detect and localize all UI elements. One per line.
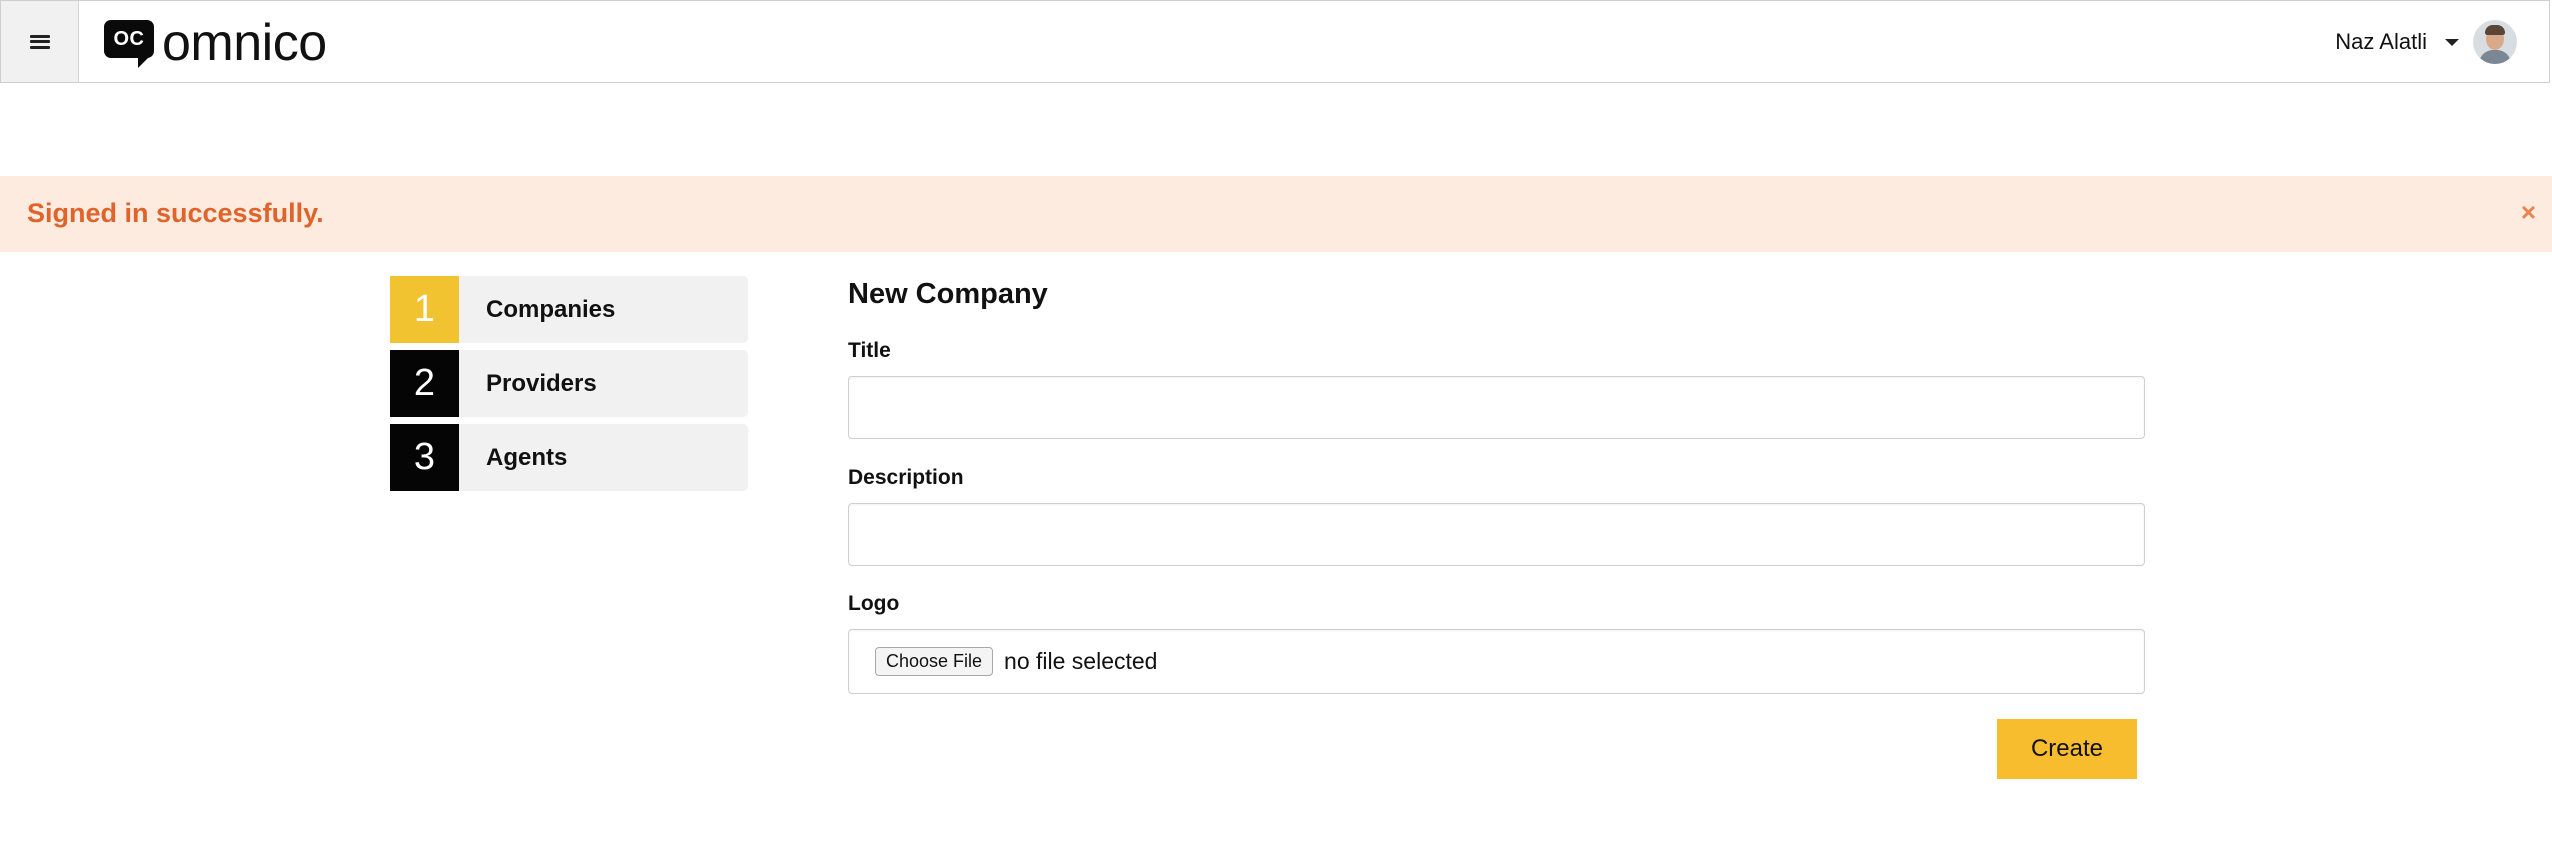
logo-mark-text: OC: [104, 20, 154, 58]
logo-file-field: Choose File no file selected: [848, 629, 2145, 694]
brand-logo[interactable]: OC omnico: [104, 17, 327, 69]
description-input[interactable]: [848, 503, 2145, 566]
top-navbar: OC omnico Naz Alatli: [0, 0, 2550, 83]
user-menu[interactable]: Naz Alatli: [2335, 19, 2517, 65]
choose-file-button[interactable]: Choose File: [875, 647, 994, 676]
step-label: Agents: [486, 443, 568, 471]
step-number: 1: [390, 276, 459, 343]
avatar[interactable]: [2473, 20, 2517, 64]
page-title: New Company: [848, 278, 1048, 310]
setup-steps: 1 Companies 2 Providers 3 Agents: [390, 276, 748, 498]
flash-message: Signed in successfully.: [27, 198, 324, 228]
caret-down-icon[interactable]: [2445, 38, 2459, 46]
menu-toggle-button[interactable]: [1, 1, 79, 82]
flash-notice: Signed in successfully. ×: [0, 176, 2552, 252]
step-providers[interactable]: 2 Providers: [390, 350, 748, 417]
create-button[interactable]: Create: [1997, 719, 2137, 779]
user-name[interactable]: Naz Alatli: [2335, 29, 2427, 55]
title-input[interactable]: [848, 376, 2145, 439]
new-company-form: New Company Title Description Logo Choos…: [848, 276, 2145, 779]
logo-label: Logo: [848, 592, 900, 615]
logo-text: omnico: [162, 14, 327, 72]
omnico-logo-icon: OC: [104, 20, 154, 68]
file-status: no file selected: [1004, 648, 1158, 674]
hamburger-icon: [29, 34, 50, 49]
step-label: Providers: [486, 369, 597, 397]
description-label: Description: [848, 466, 964, 489]
step-label: Companies: [486, 295, 616, 323]
step-agents[interactable]: 3 Agents: [390, 424, 748, 491]
step-companies[interactable]: 1 Companies: [390, 276, 748, 343]
step-number: 2: [390, 350, 459, 417]
step-number: 3: [390, 424, 459, 491]
title-label: Title: [848, 339, 891, 362]
close-icon[interactable]: ×: [2521, 198, 2536, 226]
